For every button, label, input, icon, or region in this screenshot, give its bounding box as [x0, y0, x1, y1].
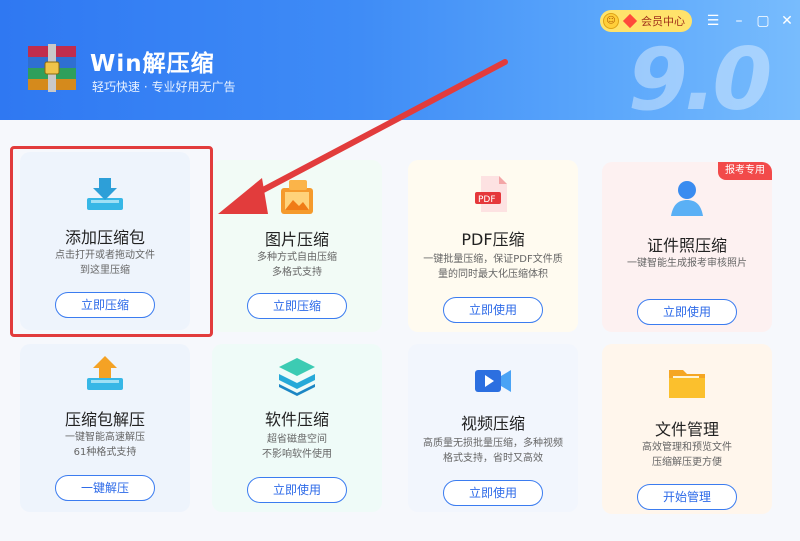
- card-id-photo-compress[interactable]: 报考专用 证件照压缩 一键智能生成报考审核照片 立即使用: [602, 162, 772, 332]
- svg-text:PDF: PDF: [478, 195, 496, 205]
- compress-now-button[interactable]: 立即压缩: [247, 293, 347, 319]
- video-icon: [475, 370, 511, 392]
- card-desc-line: 压缩解压更方便: [652, 457, 722, 468]
- card-desc-line: 格式支持，省时又高效: [443, 453, 543, 464]
- card-file-manager[interactable]: 文件管理 高效管理和预览文件 压缩解压更方便 开始管理: [602, 344, 772, 514]
- image-icon: [281, 180, 313, 214]
- card-desc-line: 高质量无损批量压缩，多种视频: [423, 438, 563, 449]
- app-title: Win解压缩: [90, 51, 215, 77]
- card-image-compress[interactable]: 图片压缩 多种方式自由压缩 多格式支持 立即压缩: [212, 160, 382, 332]
- person-icon: [671, 181, 703, 216]
- app-logo-icon: [28, 44, 76, 92]
- close-icon[interactable]: ✕: [780, 14, 794, 28]
- layers-icon: [279, 358, 315, 396]
- card-title: 压缩包解压: [64, 410, 145, 429]
- diamond-icon: [622, 13, 638, 29]
- card-desc-line: 一键批量压缩，保证PDF文件质: [423, 254, 563, 265]
- card-title: 文件管理: [654, 420, 719, 439]
- card-title: 图片压缩: [264, 230, 329, 249]
- use-now-button[interactable]: 立即使用: [443, 480, 543, 506]
- card-video-compress[interactable]: 视频压缩 高质量无损批量压缩，多种视频 格式支持，省时又高效 立即使用: [408, 344, 578, 512]
- extract-now-button[interactable]: 一键解压: [55, 475, 155, 501]
- menu-icon[interactable]: ☰: [706, 14, 720, 28]
- card-desc-line: 量的同时最大化压缩体积: [438, 269, 548, 280]
- app-window: Win解压缩 轻巧快速 · 专业好用无广告 9.0 ☺ 会员中心 ☰ – ▢ ✕…: [0, 0, 800, 541]
- member-center-button[interactable]: ☺ 会员中心: [600, 10, 692, 32]
- card-software-compress[interactable]: 软件压缩 超省磁盘空间 不影响软件使用 立即使用: [212, 344, 382, 512]
- minimize-icon[interactable]: –: [732, 14, 746, 28]
- header: Win解压缩 轻巧快速 · 专业好用无广告 9.0 ☺ 会员中心 ☰ – ▢ ✕: [0, 0, 800, 130]
- card-desc-line: 61种格式支持: [73, 447, 137, 458]
- member-center-label: 会员中心: [641, 15, 685, 28]
- card-title: 视频压缩: [460, 414, 525, 433]
- card-desc-line: 一键智能生成报考审核照片: [627, 258, 747, 269]
- card-title: PDF压缩: [461, 230, 525, 249]
- card-desc-line: 不影响软件使用: [262, 449, 332, 460]
- use-now-button[interactable]: 立即使用: [443, 297, 543, 323]
- card-desc-line: 一键智能高速解压: [65, 432, 145, 443]
- start-manage-button[interactable]: 开始管理: [637, 484, 737, 510]
- card-title: 证件照压缩: [646, 236, 727, 255]
- avatar: ☺: [603, 13, 619, 29]
- version-watermark: 9.0: [628, 30, 772, 130]
- maximize-icon[interactable]: ▢: [756, 14, 770, 28]
- folder-icon: [669, 370, 705, 398]
- pdf-icon: PDF: [475, 176, 507, 212]
- card-desc-line: 多种方式自由压缩: [257, 252, 337, 263]
- use-now-button[interactable]: 立即使用: [247, 477, 347, 503]
- card-desc-line: 多格式支持: [272, 267, 322, 278]
- highlight-box: [10, 146, 213, 337]
- upload-tray-icon: [87, 356, 123, 390]
- exam-badge: 报考专用: [718, 162, 772, 180]
- card-title: 软件压缩: [264, 410, 329, 429]
- card-extract-archive[interactable]: 压缩包解压 一键智能高速解压 61种格式支持 一键解压: [20, 344, 190, 512]
- use-now-button[interactable]: 立即使用: [637, 299, 737, 325]
- card-pdf-compress[interactable]: PDF PDF压缩 一键批量压缩，保证PDF文件质 量的同时最大化压缩体积 立即…: [408, 160, 578, 332]
- card-desc-line: 高效管理和预览文件: [642, 442, 732, 453]
- card-desc-line: 超省磁盘空间: [267, 434, 327, 445]
- app-subtitle: 轻巧快速 · 专业好用无广告: [92, 80, 236, 94]
